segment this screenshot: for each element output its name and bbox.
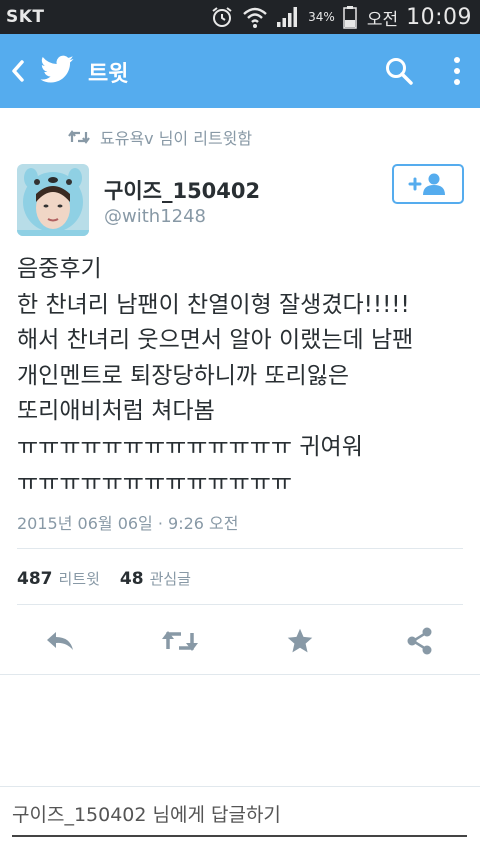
tweet-stats: 487 리트윗 48 관심글 [17, 568, 191, 589]
like-count-label[interactable]: 관심글 [150, 568, 191, 589]
like-count[interactable]: 48 [120, 569, 144, 589]
battery-percent: 34% [308, 10, 335, 24]
retweet-button[interactable] [156, 620, 204, 662]
status-icons: 34% 오전 10:09 [210, 4, 472, 30]
favorite-button[interactable] [276, 620, 324, 662]
tweet-text: 음중후기 한 찬녀리 남팬이 찬열이형 잘생겼다!!!!! 해서 찬녀리 웃으면… [17, 256, 414, 496]
back-icon [12, 60, 24, 82]
reply-button[interactable] [36, 620, 84, 662]
reply-icon [47, 632, 73, 650]
divider [17, 604, 463, 605]
tweet-timestamp: 2015년 06월 06일 · 9:26 오전 [17, 514, 239, 533]
signal-icon [277, 7, 298, 27]
follow-button[interactable] [392, 164, 464, 204]
retweet-icon [68, 130, 90, 144]
search-button[interactable] [380, 52, 418, 90]
back-button[interactable] [6, 57, 30, 85]
author-name[interactable]: 구이즈_150402 [104, 175, 260, 205]
carrier-label: SKT [6, 7, 45, 27]
author-handle[interactable]: @with1248 [104, 206, 206, 227]
divider [0, 674, 480, 675]
share-button[interactable] [396, 620, 444, 662]
search-icon [386, 58, 413, 85]
app-bar: 트윗 [0, 34, 480, 108]
wifi-icon [243, 7, 267, 28]
page-title: 트윗 [88, 62, 129, 87]
retweet-icon [162, 631, 198, 651]
more-vert-icon [454, 57, 460, 85]
clock-ampm: 오전 [366, 9, 399, 30]
retweet-count[interactable]: 487 [17, 569, 53, 589]
divider [17, 548, 463, 549]
twitter-bird-icon [40, 55, 74, 83]
tweet-actions [0, 620, 480, 662]
more-options-button[interactable] [442, 52, 472, 90]
clock-time: 10:09 [406, 4, 472, 30]
alarm-icon [212, 7, 232, 27]
reply-bar [0, 786, 480, 853]
add-user-icon [408, 173, 445, 195]
reply-input[interactable] [12, 799, 467, 837]
favorite-star-icon [287, 628, 313, 653]
retweeted-by-line[interactable]: 됴유욕v 님이 리트윗함 [68, 126, 252, 148]
retweeted-by-text: 됴유욕v 님이 리트윗함 [100, 129, 253, 148]
avatar[interactable] [17, 164, 89, 236]
battery-icon [343, 6, 357, 29]
share-icon [407, 627, 432, 655]
avatar-image [17, 164, 89, 236]
status-bar: SKT 34% 오전 10:09 [0, 0, 480, 34]
retweet-count-label[interactable]: 리트윗 [59, 568, 100, 589]
